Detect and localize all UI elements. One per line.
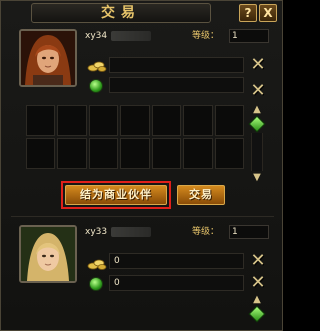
item-slot[interactable]: [151, 138, 182, 169]
other-gem-field: [109, 77, 244, 93]
self-level-label: 等级：: [192, 227, 220, 237]
item-slot[interactable]: [183, 138, 213, 169]
green-gem-icon: [89, 79, 103, 93]
other-level-value: 1: [232, 31, 238, 41]
down-arrow-icon[interactable]: ▼: [249, 173, 265, 183]
name-redaction: [111, 31, 151, 41]
other-gem-remove-icon[interactable]: ✕: [249, 82, 267, 100]
other-level-label: 等级：: [192, 31, 220, 41]
item-slot[interactable]: [57, 138, 87, 169]
item-slot[interactable]: [88, 138, 119, 169]
green-gem-icon: [89, 277, 103, 291]
other-player-avatar: [19, 29, 77, 87]
other-money-field: [109, 57, 244, 73]
self-gem-field[interactable]: 0: [109, 275, 244, 291]
item-slot[interactable]: [120, 138, 150, 169]
item-slot[interactable]: [151, 105, 182, 136]
trade-window: 交易 ? X xy34 等级： 1 ✕ ✕ ▲ ▼ 结为商业伙伴 交易 xy33…: [0, 0, 283, 331]
self-level-value: 1: [232, 227, 238, 237]
item-slot[interactable]: [57, 105, 87, 136]
item-slot[interactable]: [26, 138, 56, 169]
item-slot[interactable]: [183, 105, 213, 136]
self-money-field[interactable]: 0: [109, 253, 244, 269]
item-slot[interactable]: [120, 105, 150, 136]
up-arrow-icon[interactable]: ▲: [249, 295, 265, 305]
self-gem-remove-icon[interactable]: ✕: [249, 274, 267, 292]
help-button[interactable]: ?: [239, 4, 257, 22]
scrollbar-track[interactable]: [251, 133, 263, 171]
scroll-thumb[interactable]: [248, 305, 266, 323]
item-slot[interactable]: [26, 105, 56, 136]
scroll-thumb[interactable]: [248, 115, 266, 133]
name-redaction: [111, 227, 151, 237]
other-item-grid: [26, 105, 244, 169]
partner-button[interactable]: 结为商业伙伴: [65, 185, 167, 205]
other-money-remove-icon[interactable]: ✕: [249, 56, 267, 74]
other-player-section: xy34 等级： 1 ✕ ✕ ▲ ▼: [1, 25, 284, 205]
divider: [11, 216, 274, 217]
trade-button[interactable]: 交易: [177, 185, 225, 205]
self-money-remove-icon[interactable]: ✕: [249, 252, 267, 270]
item-slot[interactable]: [214, 105, 244, 136]
item-slot[interactable]: [88, 105, 119, 136]
gold-coins-icon: [87, 61, 107, 72]
item-slot[interactable]: [214, 138, 244, 169]
gold-coins-icon: [87, 259, 107, 270]
up-arrow-icon[interactable]: ▲: [249, 105, 265, 115]
window-title: 交易: [31, 3, 211, 23]
self-player-avatar: [19, 225, 77, 283]
close-button[interactable]: X: [259, 4, 277, 22]
self-player-section: xy33 等级： 1 0 ✕ 0 ✕ ▲: [1, 223, 284, 331]
